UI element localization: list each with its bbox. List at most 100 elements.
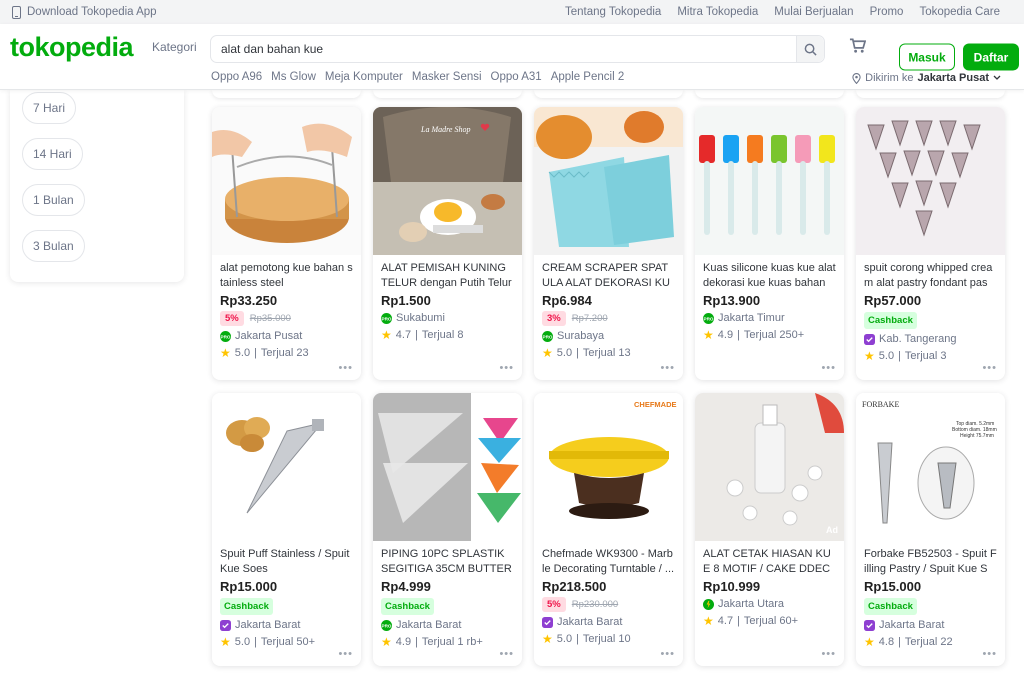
rating-row: ★ 5.0 | Terjual 50+ (212, 631, 361, 649)
delivery-prefix: Dikirim ke (865, 72, 914, 84)
product-name[interactable]: CREAM SCRAPER SPATULA ALAT DEKORASI KUE … (534, 255, 683, 291)
more-options-icon[interactable]: ••• (499, 362, 514, 374)
search-suggestions: Oppo A96 Ms Glow Meja Komputer Masker Se… (211, 71, 633, 83)
login-button[interactable]: Masuk (899, 43, 955, 71)
product-image[interactable]: Ad (695, 393, 844, 541)
product-price: Rp33.250 (220, 293, 278, 308)
rating-row: ★ 4.8 | Terjual 22 (856, 631, 1005, 649)
sold-count: Terjual 1 rb+ (421, 636, 483, 648)
product-image[interactable] (856, 107, 1005, 255)
filter-chip-7-hari[interactable]: 7 Hari (22, 92, 77, 124)
more-options-icon[interactable]: ••• (982, 362, 997, 374)
link-mitra[interactable]: Mitra Tokopedia (677, 6, 758, 18)
product-name[interactable]: ALAT PEMISAH KUNING TELUR dengan Putih T… (373, 255, 522, 291)
product-image[interactable]: FORBAKE Top diam. 5.2mm Bottom diam. 18mm H… (856, 393, 1005, 541)
product-card[interactable]: CREAM SCRAPER SPATULA ALAT DEKORASI KUE … (534, 107, 683, 380)
separator: | (737, 615, 740, 627)
rating-value: 4.8 (878, 636, 895, 648)
rating-row: ★ 4.9 | Terjual 250+ (695, 324, 844, 342)
product-card[interactable]: FORBAKE Top diam. 5.2mm Bottom diam. 18mm H… (856, 393, 1005, 666)
product-name[interactable]: Chefmade WK9300 - Marble Decorating Turn… (534, 541, 683, 577)
filter-chip-14-hari[interactable]: 14 Hari (22, 138, 83, 170)
product-card[interactable]: CHEFMADE Ad Chefmade WK9300 - Marble Decor… (534, 393, 683, 666)
product-price: Rp6.984 (542, 293, 592, 308)
sold-count: Terjual 60+ (743, 615, 799, 627)
svg-text:CHEFMADE: CHEFMADE (634, 400, 677, 409)
discount-badge: 5% (542, 597, 566, 612)
rating-value: 4.9 (717, 329, 734, 341)
filter-chip-1-bulan[interactable]: 1 Bulan (22, 184, 85, 216)
product-name[interactable]: Forbake FB52503 - Spuit Filling Pastry /… (856, 541, 1005, 577)
search-button[interactable] (796, 36, 824, 62)
product-name[interactable]: ALAT CETAK HIASAN KUE 8 MOTIF / CAKE DDE… (695, 541, 844, 577)
product-card[interactable]: La Madre Shop ALAT PEMISAH KUNING TELUR d… (373, 107, 522, 380)
product-image[interactable]: Ad (212, 393, 361, 541)
search-input[interactable]: alat dan bahan kue (211, 42, 796, 56)
kategori-menu[interactable]: Kategori (152, 40, 197, 54)
cart-button[interactable] (849, 38, 867, 59)
suggestion-item[interactable]: Oppo A31 (491, 71, 542, 83)
separator: | (898, 350, 901, 362)
more-options-icon[interactable]: ••• (338, 648, 353, 660)
product-card[interactable]: Ad ALAT CETAK HIASAN KUE 8 MOTIF / CAKE D… (695, 393, 844, 666)
location-label: Surabaya (557, 330, 605, 342)
register-button[interactable]: Daftar (963, 43, 1019, 71)
star-icon: ★ (381, 635, 392, 649)
svg-text:PRO: PRO (543, 334, 553, 339)
product-card[interactable]: spuit corong whipped cream alat pastry f… (856, 107, 1005, 380)
product-name[interactable]: PIPING 10PC SPLASTIK SEGITIGA 35CM BUTTE… (373, 541, 522, 577)
more-options-icon[interactable]: ••• (660, 648, 675, 660)
product-card[interactable]: Kuas silicone kuas kue alat dekorasi kue… (695, 107, 844, 380)
link-promo[interactable]: Promo (870, 6, 904, 18)
location-label: Jakarta Barat (557, 616, 623, 628)
more-options-icon[interactable]: ••• (821, 648, 836, 660)
delivery-location[interactable]: Dikirim ke Jakarta Pusat (852, 72, 1001, 84)
product-image[interactable] (212, 107, 361, 255)
more-options-icon[interactable]: ••• (821, 362, 836, 374)
original-price: Rp230.000 (571, 599, 619, 610)
card-stub (695, 90, 844, 98)
suggestion-item[interactable]: Masker Sensi (412, 71, 482, 83)
product-price: Rp57.000 (864, 293, 922, 308)
product-name[interactable]: alat pemotong kue bahan stainless steel (212, 255, 361, 291)
ad-badge: Ad (504, 525, 516, 535)
download-app-link[interactable]: Download Tokopedia App (12, 5, 157, 19)
star-icon: ★ (864, 635, 875, 649)
suggestion-item[interactable]: Meja Komputer (325, 71, 403, 83)
link-mulai-berjualan[interactable]: Mulai Berjualan (774, 6, 853, 18)
star-icon: ★ (542, 346, 553, 360)
card-stub (212, 90, 361, 98)
rating-row: ★ 5.0 | Terjual 13 (534, 342, 683, 360)
more-options-icon[interactable]: ••• (338, 362, 353, 374)
separator: | (254, 347, 257, 359)
more-options-icon[interactable]: ••• (660, 362, 675, 374)
product-image[interactable]: Ad (373, 393, 522, 541)
cashback-badge: Cashback (864, 598, 917, 615)
suggestion-item[interactable]: Apple Pencil 2 (551, 71, 625, 83)
shop-location: Kab. Tangerang (856, 329, 1005, 345)
product-card[interactable]: Ad PIPING 10PC SPLASTIK SEGITIGA 35CM BUT… (373, 393, 522, 666)
location-label: Jakarta Utara (718, 598, 785, 610)
product-image[interactable]: CHEFMADE Ad (534, 393, 683, 541)
link-tentang[interactable]: Tentang Tokopedia (565, 6, 661, 18)
product-image[interactable] (534, 107, 683, 255)
product-image[interactable]: La Madre Shop (373, 107, 522, 255)
ad-badge: Ad (987, 525, 999, 535)
product-name[interactable]: Spuit Puff Stainless / Spuit Kue Soes (212, 541, 361, 577)
product-name[interactable]: spuit corong whipped cream alat pastry f… (856, 255, 1005, 291)
product-name[interactable]: Kuas silicone kuas kue alat dekorasi kue… (695, 255, 844, 291)
rating-value: 5.0 (556, 633, 573, 645)
filter-sidebar: 7 Hari 14 Hari 1 Bulan 3 Bulan (10, 90, 184, 282)
link-care[interactable]: Tokopedia Care (919, 6, 1000, 18)
product-image[interactable] (695, 107, 844, 255)
product-card[interactable]: alat pemotong kue bahan stainless steel R… (212, 107, 361, 380)
more-options-icon[interactable]: ••• (499, 648, 514, 660)
filter-chip-3-bulan[interactable]: 3 Bulan (22, 230, 85, 262)
suggestion-item[interactable]: Ms Glow (271, 71, 316, 83)
top-bar: Download Tokopedia App Tentang Tokopedia… (0, 0, 1024, 24)
more-options-icon[interactable]: ••• (982, 648, 997, 660)
suggestion-item[interactable]: Oppo A96 (211, 71, 262, 83)
svg-text:Height 75.7mm: Height 75.7mm (960, 433, 994, 439)
tokopedia-logo[interactable]: tokopedia (10, 32, 134, 63)
product-card[interactable]: Ad Spuit Puff Stainless / Spuit Kue Soes R… (212, 393, 361, 666)
